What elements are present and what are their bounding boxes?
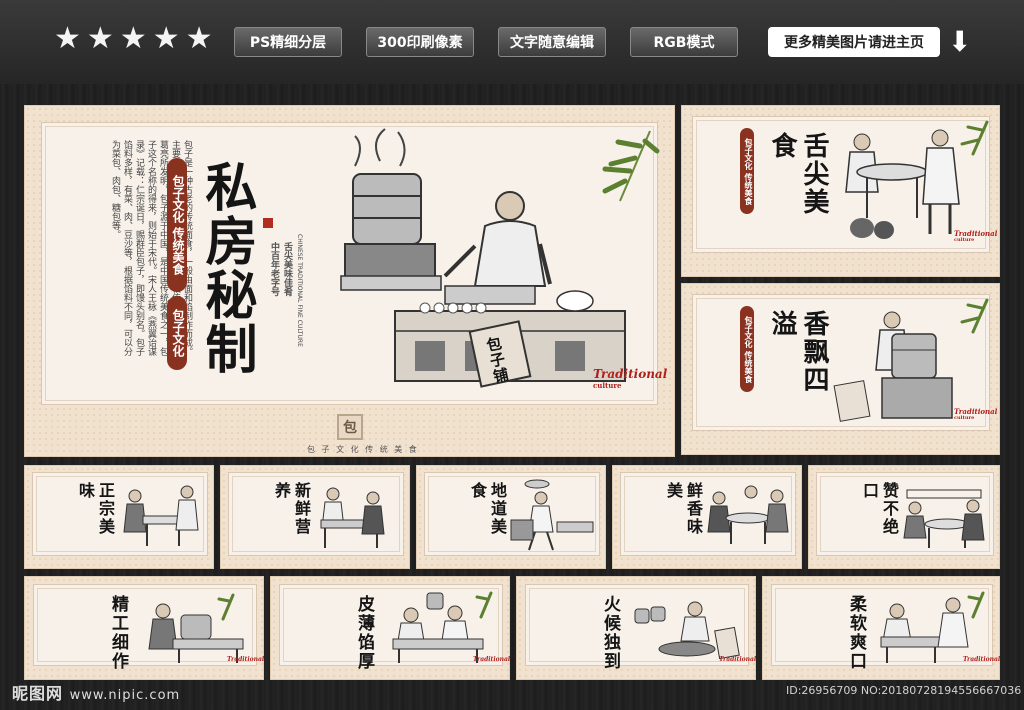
row2-culture-3: Traditional (719, 656, 757, 663)
row2-illustration-1 (148, 593, 244, 663)
row1-illustration-5 (903, 489, 985, 548)
culture-title: Traditional (593, 367, 668, 381)
main-poster: 包子是一种古老的传统面食，一般由面和馅制作而成。主要用料有面粉和馅，起源于四川，… (24, 105, 675, 457)
row1-illustration-2 (320, 487, 385, 548)
tag-rgb-mode[interactable]: RGB模式 (630, 27, 738, 57)
row2-title-2: 皮薄馅厚 (354, 595, 374, 671)
side-poster-2: 包子文化 传统美食 香飘四溢 Traditional culture (681, 283, 1000, 455)
row1-title-1: 正宗美味 (76, 482, 115, 536)
row1-poster-2: 新鲜营养 (220, 465, 410, 569)
row1-illustration-1 (123, 485, 199, 546)
row1-illustration-3 (510, 479, 594, 551)
main-english-vertical: CHINESE TRADITIONAL FINE CULTURE (296, 234, 303, 347)
star-icon: ★ (54, 21, 81, 56)
row1-illustration-4 (707, 485, 789, 544)
tag-print-pixels[interactable]: 300印刷像素 (366, 27, 474, 57)
row2-poster-4: 柔软爽口 Traditional (762, 576, 1000, 680)
bamboo-icon (960, 120, 989, 156)
main-title: 私房秘制 (196, 160, 257, 376)
side-poster-1: 包子文化 传统美食 舌尖美食 Traditional culture (681, 105, 1000, 277)
side2-culture: Traditional culture (954, 408, 997, 422)
main-slogan-2: 舌尖美味佳肴 (282, 242, 292, 296)
side1-culture: Traditional culture (954, 230, 997, 244)
row2-illustration-4 (880, 591, 985, 663)
site-name: 昵图网 (12, 684, 64, 703)
row2-illustration-2 (392, 591, 493, 663)
star-icon: ★ (185, 21, 213, 56)
row1-poster-5: 赞不绝口 (808, 465, 1000, 569)
site-url: www.nipic.com (69, 688, 181, 703)
arrow-down-icon[interactable]: ⬇ (948, 26, 971, 58)
row2-culture-2: Traditional (473, 656, 511, 663)
row1-poster-1: 正宗美味 (24, 465, 214, 569)
row2-title-3: 火候独到 (600, 595, 620, 671)
side1-title: 舌尖美食 (767, 132, 829, 216)
tag-ps-layers[interactable]: PS精细分层 (234, 27, 342, 57)
main-tag-culture: 包子文化 传统美食 (167, 158, 187, 292)
row2-culture-1: Traditional (227, 656, 265, 663)
row1-poster-3: 地道美食 (416, 465, 606, 569)
bamboo-icon (602, 130, 660, 202)
more-images-button[interactable]: 更多精美图片请进主页 (768, 27, 940, 57)
main-tag-culture-2: 包子文化 (167, 296, 187, 370)
side1-tag: 包子文化 传统美食 (740, 128, 754, 214)
top-bar: ★ ★ ★ ★ ★ PS精细分层 300印刷像素 文字随意编辑 RGB模式 更多… (0, 0, 1024, 84)
row2-poster-1: 精工细作 Traditional (24, 576, 264, 680)
row1-title-3: 地道美食 (468, 482, 507, 536)
row2-title-1: 精工细作 (108, 595, 128, 671)
culture-subtitle: culture (954, 415, 975, 421)
rating-stars: ★ ★ ★ ★ ★ (54, 22, 213, 56)
bamboo-icon (960, 298, 989, 334)
star-icon: ★ (119, 21, 147, 56)
row2-illustration-3 (634, 601, 740, 660)
side2-illustration (833, 311, 953, 422)
culture-subtitle: culture (954, 237, 975, 243)
side2-tag: 包子文化 传统美食 (740, 306, 754, 392)
side2-title: 香飘四溢 (767, 310, 829, 394)
bao-mark: 包 (337, 414, 363, 440)
image-id-watermark: ID:26956709 NO:20180728194556667036 (786, 684, 1022, 697)
row1-title-2: 新鲜营养 (272, 482, 311, 536)
site-watermark: 昵图网 www.nipic.com (12, 680, 180, 704)
star-icon: ★ (86, 21, 114, 56)
row2-poster-3: 火候独到 Traditional (516, 576, 756, 680)
red-seal (263, 218, 273, 228)
row1-title-4: 鲜香味美 (664, 482, 703, 536)
culture-subtitle: culture (593, 381, 622, 390)
row1-poster-4: 鲜香味美 (612, 465, 802, 569)
star-icon: ★ (152, 21, 180, 56)
main-bottom-line: 包 子 文 化 传 统 美 食 (307, 445, 419, 454)
tag-editable-text[interactable]: 文字随意编辑 (498, 27, 606, 57)
row2-poster-2: 皮薄馅厚 Traditional (270, 576, 510, 680)
main-culture-text: Traditional culture (593, 368, 667, 392)
row2-culture-4: Traditional (963, 656, 1001, 663)
main-slogan-1: 中百年老字号 (269, 242, 279, 296)
row2-title-4: 柔软爽口 (846, 595, 866, 671)
row1-title-5: 赞不绝口 (860, 482, 899, 536)
